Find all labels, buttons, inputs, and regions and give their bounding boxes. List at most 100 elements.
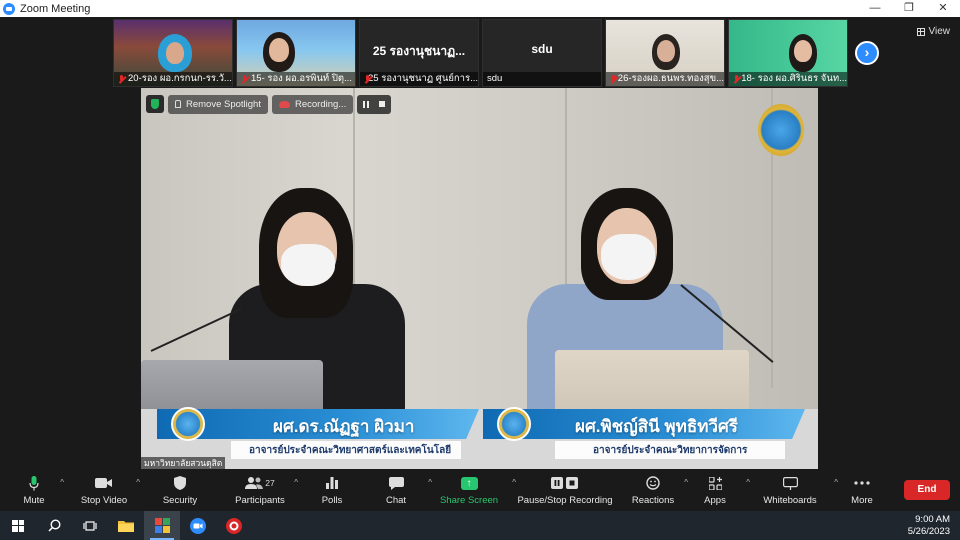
zoom-app-icon	[190, 517, 206, 534]
view-grid-icon	[916, 27, 925, 36]
university-label: มหาวิทยาลัยสวนดุสิต	[141, 457, 226, 469]
file-explorer-button[interactable]	[108, 511, 144, 540]
lower-third: ผศ.ดร.ณัฏฐา ผิวมา อาจารย์ประจำคณะวิทยาศา…	[141, 407, 818, 461]
mute-button[interactable]: Mute ^	[0, 469, 68, 511]
participant-display-name: 25 รองานุชนาฏ...	[372, 44, 466, 58]
mic-muted-icon	[610, 74, 615, 84]
minimize-button[interactable]: —	[858, 0, 892, 17]
chat-button[interactable]: Chat ^	[364, 469, 432, 511]
spotlight-video[interactable]: ผศ.ดร.ณัฏฐา ผิวมา อาจารย์ประจำคณะวิทยาศา…	[141, 88, 818, 469]
apps-label: Apps	[704, 494, 726, 506]
view-button[interactable]: View	[916, 26, 950, 37]
participant-tile[interactable]: 25 รองานุชนาฏ... 25 รองานุชนาฏ ศูนย์การ.…	[359, 19, 479, 87]
microphone-icon	[29, 475, 39, 492]
stop-recording-icon[interactable]	[379, 101, 386, 107]
app-tile-icon	[154, 518, 170, 533]
chat-label: Chat	[385, 494, 407, 506]
close-window-button[interactable]: ✕	[926, 0, 960, 17]
pause-stop-icon	[551, 475, 579, 492]
participants-label: Participants	[235, 494, 285, 506]
whiteboards-label: Whiteboards	[763, 494, 817, 506]
chevron-up-icon[interactable]: ^	[60, 478, 64, 487]
stop-video-label: Stop Video	[80, 494, 128, 506]
window-controls: — ❐ ✕	[858, 0, 960, 17]
participant-tile[interactable]: 15- รอง ผอ.อรพินท์ ปิตุ...	[236, 19, 356, 87]
chat-bubble-icon	[388, 475, 404, 492]
windows-logo-icon	[12, 519, 24, 532]
mute-label: Mute	[23, 494, 45, 506]
pause-recording-icon[interactable]	[363, 100, 370, 108]
participant-face	[657, 40, 675, 62]
window-titlebar: Zoom Meeting — ❐ ✕	[0, 0, 960, 17]
participant-tile[interactable]: sdu sdu	[482, 19, 602, 87]
zoom-logo-icon	[3, 2, 15, 15]
start-button[interactable]	[0, 511, 36, 540]
mic-muted-icon	[241, 74, 248, 84]
participant-display-name: sdu	[531, 42, 553, 56]
meeting-toolbar: Mute ^ Stop Video ^ Security 27 Particip…	[0, 469, 960, 511]
security-button[interactable]: Security	[140, 469, 220, 511]
zoom-app-button[interactable]	[180, 511, 216, 540]
participant-face	[166, 42, 184, 64]
os-taskbar: 9:00 AM 5/26/2023	[0, 511, 960, 540]
share-screen-icon: ↑	[460, 475, 478, 492]
mic-muted-icon	[118, 74, 125, 84]
participant-name: 15- รอง ผอ.อรพินท์ ปิตุ...	[237, 72, 355, 86]
reactions-button[interactable]: Reactions ^	[620, 469, 688, 511]
participant-name: sdu	[483, 72, 601, 86]
university-seal-icon	[497, 407, 531, 441]
speaker-2-role: อาจารย์ประจำคณะวิทยาการจัดการ	[593, 445, 748, 456]
recording-label: Recording...	[294, 98, 347, 110]
reactions-label: Reactions	[631, 494, 675, 506]
recorder-app-button[interactable]	[216, 511, 252, 540]
clock-date: 5/26/2023	[907, 525, 950, 537]
participants-count: 27	[265, 478, 275, 488]
pause-stop-recording-button[interactable]: Pause/Stop Recording	[510, 469, 620, 511]
participant-face	[269, 38, 289, 62]
bar-chart-icon	[326, 475, 338, 492]
participant-name: 25 รองานุชนาฏ ศูนย์การ...	[360, 72, 478, 86]
speaker-2-name: ผศ.พิชญ์สินี พุทธิทวีศรี	[575, 417, 738, 436]
video-camera-icon	[95, 475, 113, 492]
share-screen-label: Share Screen	[439, 494, 499, 506]
chevron-up-icon[interactable]: ^	[294, 478, 298, 487]
more-button[interactable]: More	[836, 469, 888, 511]
participant-tile[interactable]: 18- รอง ผอ.ศิรินธร จันท...	[728, 19, 848, 87]
restore-button[interactable]: ❐	[892, 0, 926, 17]
stop-video-button[interactable]: Stop Video ^	[68, 469, 140, 511]
remove-spotlight-label: Remove Spotlight	[186, 98, 261, 110]
recording-controls	[357, 94, 392, 114]
speaker-1-role: อาจารย์ประจำคณะวิทยาศาสตร์และเทคโนโลยี	[249, 445, 452, 456]
search-button[interactable]	[36, 511, 72, 540]
smiley-icon	[646, 475, 660, 492]
participant-tile[interactable]: 20-รอง ผอ.กรกนก-รร.วั...	[113, 19, 233, 87]
meeting-area: 20-รอง ผอ.กรกนก-รร.วั... 15- รอง ผอ.อรพิ…	[0, 17, 960, 469]
speaker-2-mask	[601, 234, 655, 280]
laptop	[555, 350, 749, 416]
participants-button[interactable]: 27 Participants ^	[220, 469, 300, 511]
mic-muted-icon	[733, 74, 739, 84]
more-dots-icon	[854, 475, 870, 492]
participant-tile[interactable]: 26-รองผอ.ธนพร.ทองสุข...	[605, 19, 725, 87]
next-page-button[interactable]: ›	[855, 41, 879, 65]
participants-icon: 27	[245, 475, 275, 492]
speaker-1-name: ผศ.ดร.ณัฏฐา ผิวมา	[273, 417, 415, 436]
whiteboards-button[interactable]: Whiteboards ^	[744, 469, 838, 511]
share-screen-button[interactable]: ↑ Share Screen ^	[428, 469, 516, 511]
polls-button[interactable]: Polls	[300, 469, 364, 511]
recording-indicator[interactable]: Recording...	[271, 94, 354, 114]
participant-name: 20-รอง ผอ.กรกนก-รร.วั...	[114, 72, 232, 86]
participant-face	[794, 40, 812, 62]
speaker-1-mask	[281, 244, 335, 286]
search-icon	[47, 519, 61, 532]
photos-app-button[interactable]	[144, 511, 180, 540]
system-clock[interactable]: 9:00 AM 5/26/2023	[908, 514, 950, 538]
video-overlay-controls: Remove Spotlight Recording...	[146, 94, 392, 114]
polls-label: Polls	[321, 494, 343, 506]
pin-icon	[175, 100, 181, 108]
remove-spotlight-button[interactable]: Remove Spotlight	[168, 94, 268, 114]
task-view-button[interactable]	[72, 511, 108, 540]
end-meeting-button[interactable]: End	[904, 480, 950, 500]
encryption-shield-icon[interactable]	[146, 95, 164, 113]
apps-button[interactable]: Apps ^	[686, 469, 750, 511]
